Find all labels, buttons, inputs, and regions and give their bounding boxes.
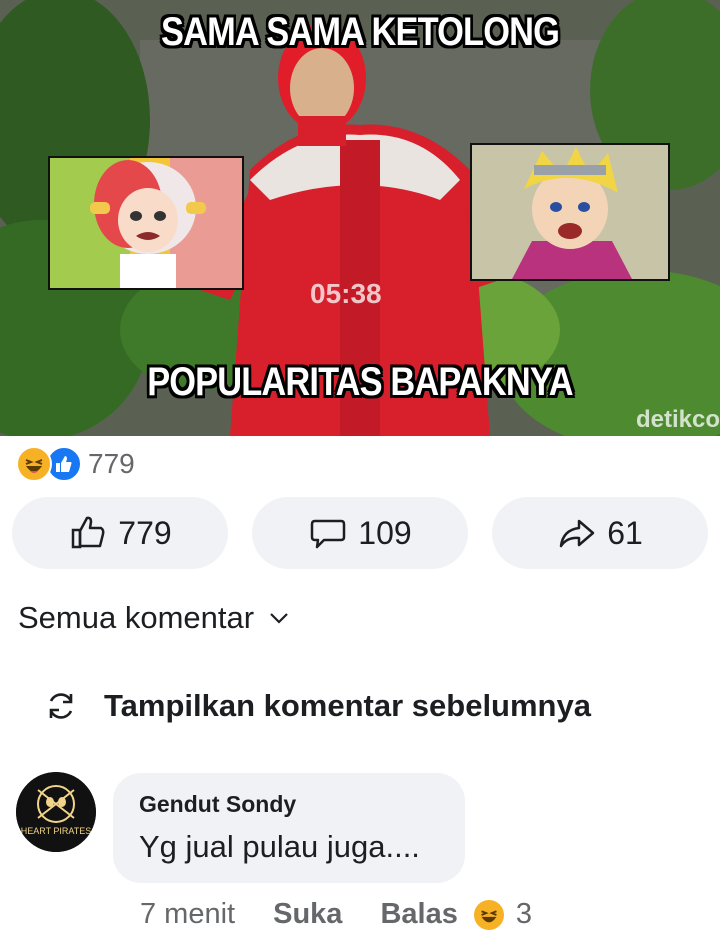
comment-button[interactable]: 109 xyxy=(252,497,468,569)
comment-bubble[interactable]: Gendut Sondy Yg jual pulau juga.... xyxy=(113,773,465,883)
show-previous-comments-button[interactable]: Tampilkan komentar sebelumnya xyxy=(44,688,591,724)
share-arrow-icon xyxy=(559,519,595,548)
thumbs-up-icon xyxy=(72,516,105,549)
comment-like-button[interactable]: Suka xyxy=(273,898,342,931)
comment-count: 109 xyxy=(358,514,412,551)
anime-inset-left xyxy=(48,156,244,290)
comment-meta: 7 menit Suka Balas 3 xyxy=(140,898,532,931)
comment-time: 7 menit xyxy=(140,898,236,930)
anime-inset-right xyxy=(470,143,670,281)
post-actions: 779 109 61 xyxy=(0,497,720,569)
meme-caption-bottom: POPULARITAS BAPAKNYA xyxy=(147,360,573,404)
haha-emoji-icon xyxy=(473,899,504,930)
avatar-logo-text: HEART PIRATES xyxy=(21,826,92,836)
comment-reaction-count[interactable]: 3 xyxy=(516,898,532,931)
comment-reply-button[interactable]: Balas xyxy=(380,898,457,931)
comment-filter-label: Semua komentar xyxy=(18,600,255,635)
like-count: 779 xyxy=(118,514,172,551)
video-timestamp: 05:38 xyxy=(310,278,382,309)
avatar[interactable]: HEART PIRATES xyxy=(16,772,96,852)
share-button[interactable]: 61 xyxy=(492,497,708,569)
comment-text: Yg jual pulau juga.... xyxy=(139,829,420,864)
comment-filter-dropdown[interactable]: Semua komentar xyxy=(18,600,292,636)
chevron-down-icon xyxy=(270,613,288,624)
refresh-icon xyxy=(49,693,73,719)
show-previous-comments-label: Tampilkan komentar sebelumnya xyxy=(104,688,591,723)
share-count: 61 xyxy=(607,514,643,551)
watermark: detikco xyxy=(635,406,720,433)
reaction-summary[interactable]: 779 xyxy=(16,446,135,482)
comment-author[interactable]: Gendut Sondy xyxy=(139,791,296,818)
haha-emoji-icon xyxy=(16,446,52,482)
like-button[interactable]: 779 xyxy=(12,497,228,569)
meme-caption-top: SAMA SAMA KETOLONG xyxy=(161,10,560,54)
post-image[interactable]: SAMA SAMA KETOLONG 05:38 POPULARITAS BAP… xyxy=(0,0,720,436)
reaction-count: 779 xyxy=(88,448,135,479)
comment-bubble-icon xyxy=(311,519,346,549)
